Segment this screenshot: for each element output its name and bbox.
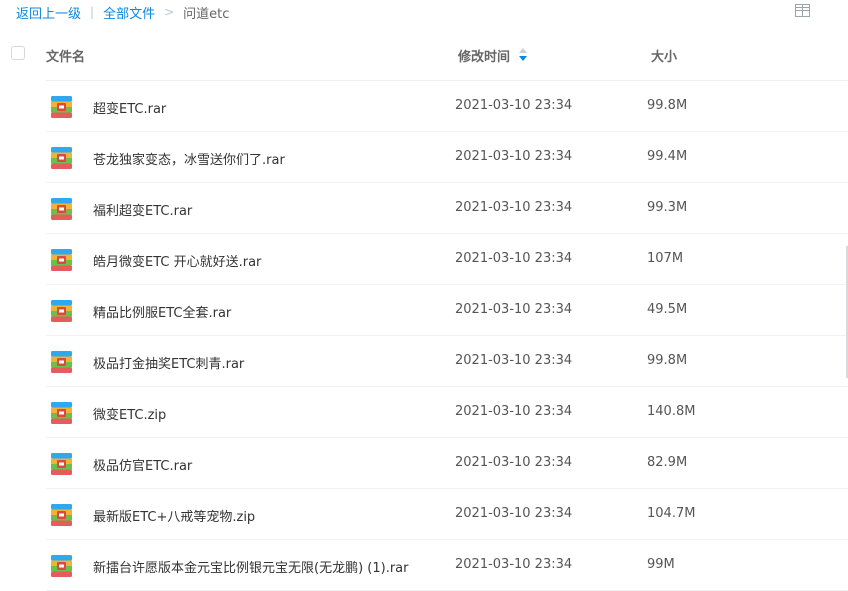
file-size: 99M — [647, 557, 675, 572]
file-name[interactable]: 福利超变ETC.rar — [93, 200, 192, 219]
file-row[interactable]: 极品仿官ETC.rar 2021-03-10 23:34 82.9M — [0, 438, 848, 489]
file-name[interactable]: 精品比例服ETC全套.rar — [93, 302, 231, 321]
file-modified-time: 2021-03-10 23:34 — [455, 98, 573, 113]
archive-icon — [51, 198, 72, 220]
archive-icon — [51, 147, 72, 169]
column-header-modified[interactable]: 修改时间 — [458, 46, 510, 65]
file-size: 99.3M — [647, 200, 688, 215]
file-row[interactable]: 苍龙独家变态，冰雪送你们了.rar 2021-03-10 23:34 99.4M — [0, 132, 848, 183]
file-row[interactable]: 微变ETC.zip 2021-03-10 23:34 140.8M — [0, 387, 848, 438]
file-name[interactable]: 极品打金抽奖ETC刺青.rar — [93, 353, 244, 372]
archive-icon — [51, 96, 72, 118]
file-size: 140.8M — [647, 404, 696, 419]
archive-icon — [51, 504, 72, 526]
file-size: 99.8M — [647, 353, 688, 368]
breadcrumb: 返回上一级 | 全部文件 > 问道etc — [16, 3, 230, 22]
file-size: 49.5M — [647, 302, 688, 317]
file-row[interactable]: 精品比例服ETC全套.rar 2021-03-10 23:34 49.5M — [0, 285, 848, 336]
file-modified-time: 2021-03-10 23:34 — [455, 200, 573, 215]
grid-view-icon[interactable] — [795, 4, 810, 17]
select-all-checkbox[interactable] — [11, 46, 25, 60]
archive-icon — [51, 351, 72, 373]
file-row[interactable]: 新擂台许愿版本金元宝比例银元宝无限(无龙鹏) (1).rar 2021-03-10… — [0, 540, 848, 591]
file-size: 99.4M — [647, 149, 688, 164]
column-header-size[interactable]: 大小 — [651, 46, 677, 65]
file-name[interactable]: 最新版ETC+八戒等宠物.zip — [93, 506, 255, 525]
archive-icon — [51, 300, 72, 322]
file-name[interactable]: 超变ETC.rar — [93, 98, 166, 117]
file-list: 超变ETC.rar 2021-03-10 23:34 99.8M 苍龙独家变态，冰雪… — [0, 81, 848, 591]
file-modified-time: 2021-03-10 23:34 — [455, 251, 573, 266]
file-modified-time: 2021-03-10 23:34 — [455, 506, 573, 521]
file-name[interactable]: 苍龙独家变态，冰雪送你们了.rar — [93, 149, 285, 168]
sort-icon[interactable] — [519, 48, 527, 61]
file-size: 82.9M — [647, 455, 688, 470]
column-header-name[interactable]: 文件名 — [46, 46, 85, 65]
file-row[interactable]: 福利超变ETC.rar 2021-03-10 23:34 99.3M — [0, 183, 848, 234]
file-list-header: 文件名 修改时间 大小 — [0, 37, 848, 73]
breadcrumb-arrow: > — [164, 5, 175, 19]
file-size: 104.7M — [647, 506, 696, 521]
all-files-link[interactable]: 全部文件 — [103, 3, 155, 22]
file-modified-time: 2021-03-10 23:34 — [455, 557, 573, 572]
file-modified-time: 2021-03-10 23:34 — [455, 149, 573, 164]
file-row[interactable]: 极品打金抽奖ETC刺青.rar 2021-03-10 23:34 99.8M — [0, 336, 848, 387]
file-modified-time: 2021-03-10 23:34 — [455, 455, 573, 470]
file-name[interactable]: 新擂台许愿版本金元宝比例银元宝无限(无龙鹏) (1).rar — [93, 557, 408, 576]
archive-icon — [51, 555, 72, 577]
file-modified-time: 2021-03-10 23:34 — [455, 353, 573, 368]
file-row[interactable]: 皓月微变ETC 开心就好送.rar 2021-03-10 23:34 107M — [0, 234, 848, 285]
file-row[interactable]: 最新版ETC+八戒等宠物.zip 2021-03-10 23:34 104.7M — [0, 489, 848, 540]
file-size: 99.8M — [647, 98, 688, 113]
file-name[interactable]: 极品仿官ETC.rar — [93, 455, 192, 474]
file-modified-time: 2021-03-10 23:34 — [455, 302, 573, 317]
current-folder: 问道etc — [183, 6, 230, 22]
breadcrumb-separator: | — [90, 5, 95, 19]
file-size: 107M — [647, 251, 684, 266]
file-modified-time: 2021-03-10 23:34 — [455, 404, 573, 419]
archive-icon — [51, 453, 72, 475]
archive-icon — [51, 249, 72, 271]
back-link[interactable]: 返回上一级 — [16, 3, 81, 22]
file-row[interactable]: 超变ETC.rar 2021-03-10 23:34 99.8M — [0, 81, 848, 132]
archive-icon — [51, 402, 72, 424]
file-name[interactable]: 皓月微变ETC 开心就好送.rar — [93, 251, 261, 270]
file-name[interactable]: 微变ETC.zip — [93, 404, 166, 423]
